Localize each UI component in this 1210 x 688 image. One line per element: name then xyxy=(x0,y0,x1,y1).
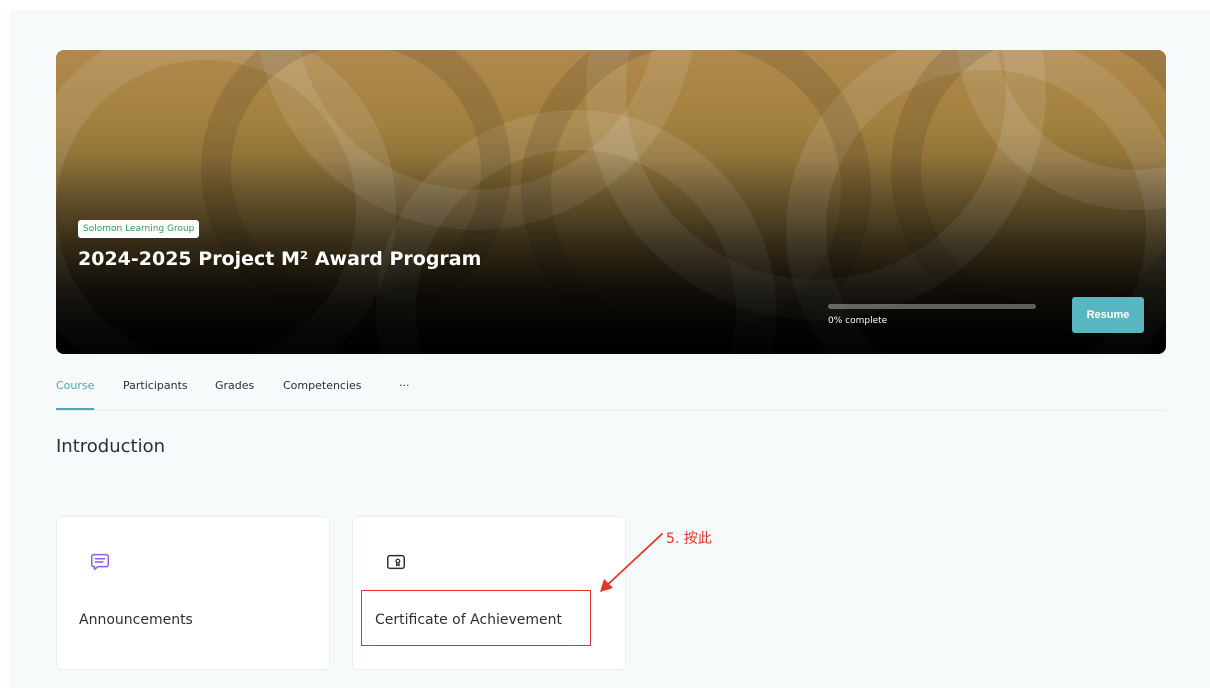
tab-participants[interactable]: Participants xyxy=(123,379,188,392)
course-banner: Solomon Learning Group 2024-2025 Project… xyxy=(56,50,1166,354)
certificate-icon xyxy=(387,554,405,570)
page: Solomon Learning Group 2024-2025 Project… xyxy=(10,10,1210,688)
active-tab-indicator xyxy=(56,408,94,410)
highlight-box xyxy=(361,590,591,646)
course-title: 2024-2025 Project M² Award Program xyxy=(78,248,482,270)
progress-label: 0% complete xyxy=(828,316,888,326)
card-announcements[interactable]: Announcements xyxy=(56,516,330,670)
card-title-announcements: Announcements xyxy=(79,612,193,628)
tab-competencies[interactable]: Competencies xyxy=(283,379,362,392)
progress-bar xyxy=(828,304,1036,309)
tab-course[interactable]: Course xyxy=(56,379,94,392)
resume-button[interactable]: Resume xyxy=(1072,297,1144,333)
organization-badge: Solomon Learning Group xyxy=(78,220,200,238)
chat-lines-icon xyxy=(91,553,109,571)
annotation-arrow-icon xyxy=(600,533,663,592)
tab-grades[interactable]: Grades xyxy=(215,379,254,392)
course-tabs: Course Participants Grades Competencies … xyxy=(56,370,1166,411)
section-title: Introduction xyxy=(56,436,166,457)
tab-more[interactable]: ··· xyxy=(399,379,410,392)
